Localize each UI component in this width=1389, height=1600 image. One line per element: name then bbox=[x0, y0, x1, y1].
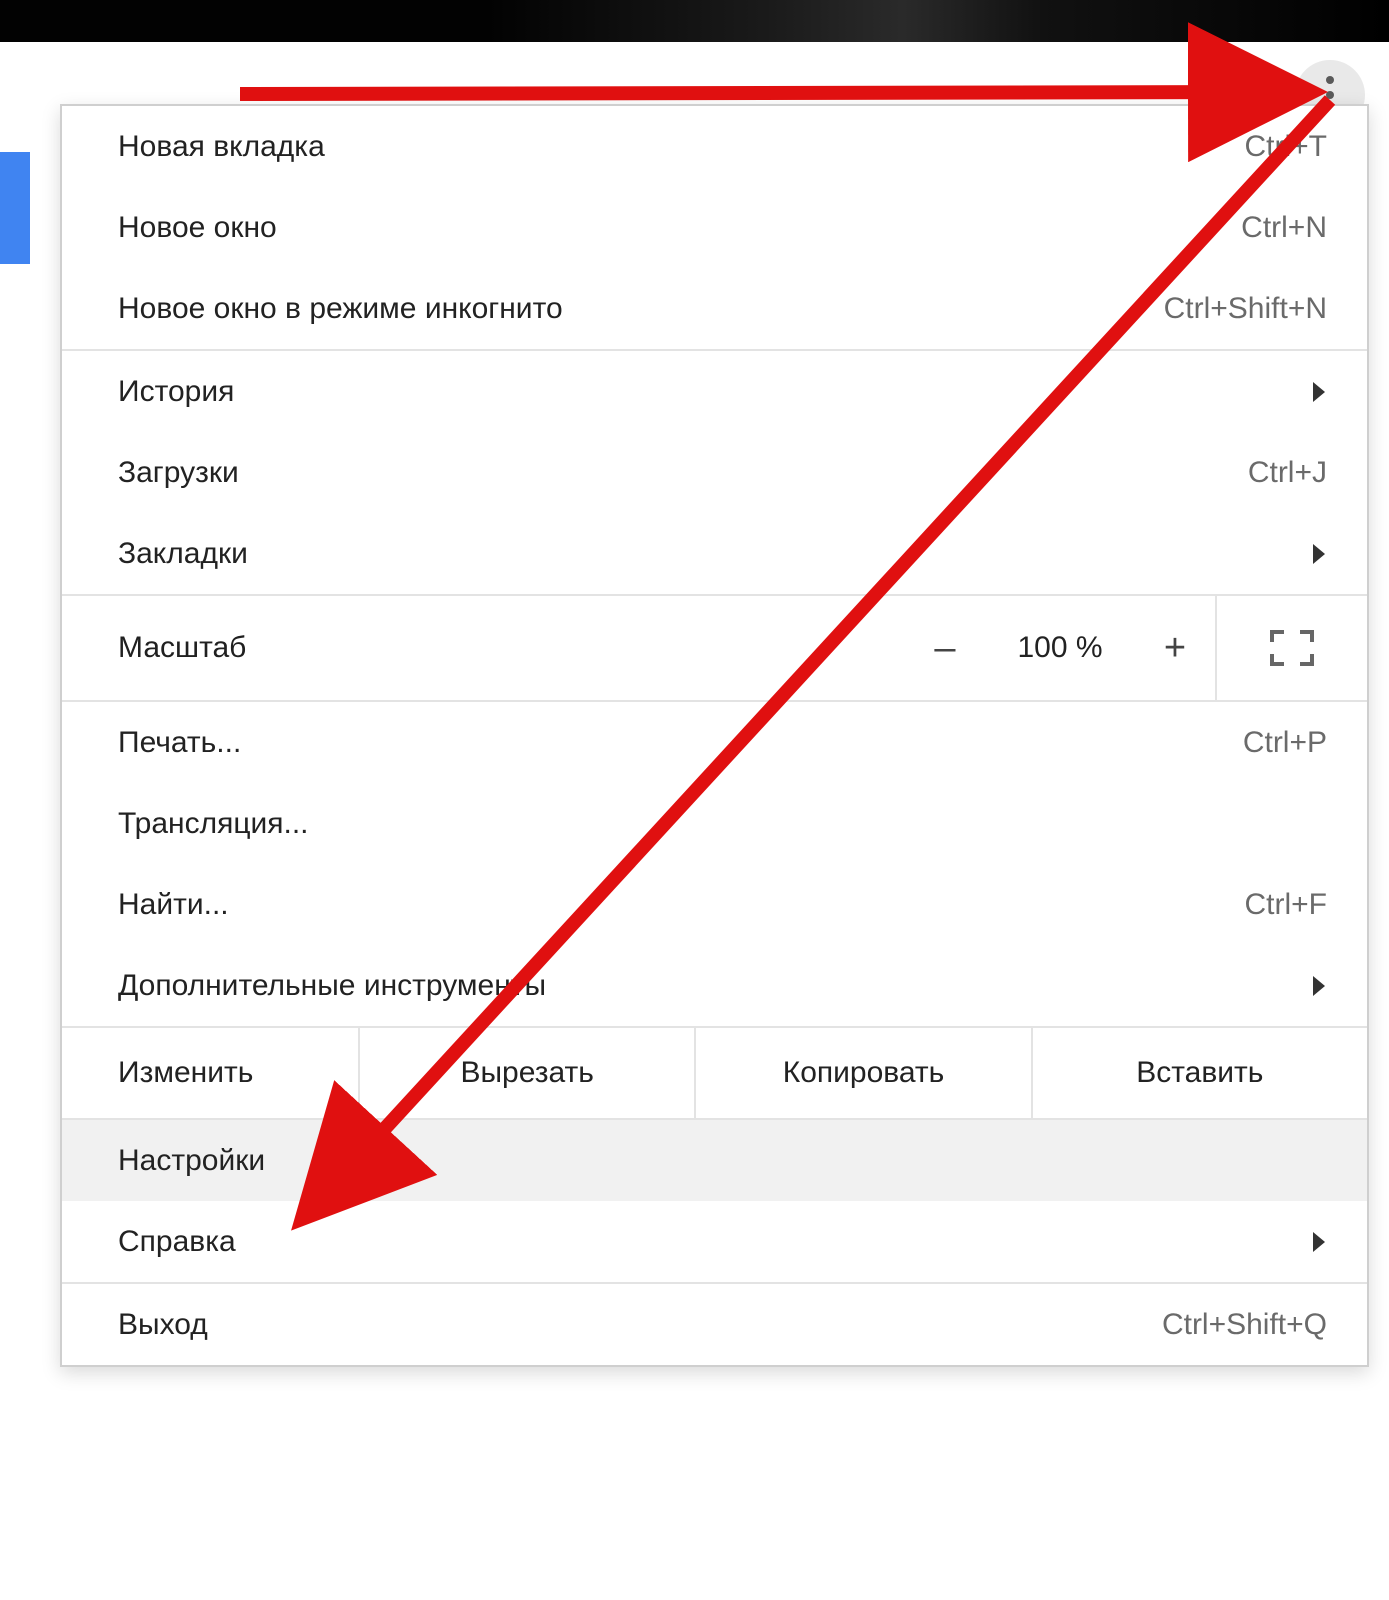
menu-item-zoom: Масштаб – 100 % + bbox=[62, 596, 1367, 700]
menu-item-print[interactable]: Печать... Ctrl+P bbox=[62, 702, 1367, 783]
window-titlebar bbox=[0, 0, 1389, 42]
menu-item-label: Настройки bbox=[118, 1144, 265, 1178]
zoom-controls: – 100 % + bbox=[905, 596, 1367, 700]
menu-item-bookmarks[interactable]: Закладки bbox=[62, 513, 1367, 594]
page-accent bbox=[0, 152, 30, 264]
menu-item-downloads[interactable]: Загрузки Ctrl+J bbox=[62, 432, 1367, 513]
menu-item-label: Изменить bbox=[62, 1028, 358, 1118]
menu-item-label: Масштаб bbox=[118, 631, 905, 665]
fullscreen-button[interactable] bbox=[1215, 596, 1367, 700]
menu-item-history[interactable]: История bbox=[62, 351, 1367, 432]
menu-item-label: Дополнительные инструменты bbox=[118, 969, 546, 1003]
fullscreen-icon bbox=[1270, 630, 1314, 666]
edit-paste-button[interactable]: Вставить bbox=[1031, 1028, 1367, 1118]
menu-item-settings[interactable]: Настройки bbox=[62, 1120, 1367, 1201]
menu-item-shortcut: Ctrl+F bbox=[1245, 888, 1328, 922]
menu-item-find[interactable]: Найти... Ctrl+F bbox=[62, 864, 1367, 945]
menu-item-label: Новая вкладка bbox=[118, 130, 325, 164]
menu-item-shortcut: Ctrl+N bbox=[1241, 211, 1327, 245]
menu-item-new-incognito[interactable]: Новое окно в режиме инкогнито Ctrl+Shift… bbox=[62, 268, 1367, 349]
menu-item-label: Найти... bbox=[118, 888, 229, 922]
menu-item-label: Трансляция... bbox=[118, 807, 309, 841]
chevron-right-icon bbox=[1311, 542, 1327, 566]
menu-item-new-window[interactable]: Новое окно Ctrl+N bbox=[62, 187, 1367, 268]
zoom-in-button[interactable]: + bbox=[1135, 596, 1215, 700]
menu-item-label: Загрузки bbox=[118, 456, 239, 490]
chevron-right-icon bbox=[1311, 974, 1327, 998]
menu-item-label: Новое окно в режиме инкогнито bbox=[118, 292, 563, 326]
edit-cut-button[interactable]: Вырезать bbox=[358, 1028, 694, 1118]
zoom-out-button[interactable]: – bbox=[905, 596, 985, 700]
chevron-right-icon bbox=[1311, 380, 1327, 404]
menu-item-shortcut: Ctrl+Shift+N bbox=[1164, 292, 1327, 326]
menu-item-exit[interactable]: Выход Ctrl+Shift+Q bbox=[62, 1284, 1367, 1365]
menu-item-shortcut: Ctrl+J bbox=[1248, 456, 1327, 490]
menu-item-label: Выход bbox=[118, 1308, 208, 1342]
edit-copy-button[interactable]: Копировать bbox=[694, 1028, 1030, 1118]
menu-item-shortcut: Ctrl+T bbox=[1245, 130, 1328, 164]
menu-item-label: Печать... bbox=[118, 726, 241, 760]
main-menu: Новая вкладка Ctrl+T Новое окно Ctrl+N Н… bbox=[60, 104, 1369, 1367]
menu-item-cast[interactable]: Трансляция... bbox=[62, 783, 1367, 864]
menu-item-label: Новое окно bbox=[118, 211, 277, 245]
zoom-value: 100 % bbox=[985, 596, 1135, 700]
menu-item-edit: Изменить Вырезать Копировать Вставить bbox=[62, 1028, 1367, 1118]
menu-item-shortcut: Ctrl+Shift+Q bbox=[1162, 1308, 1327, 1342]
menu-item-label: История bbox=[118, 375, 234, 409]
menu-item-label: Справка bbox=[118, 1225, 236, 1259]
menu-item-label: Закладки bbox=[118, 537, 248, 571]
menu-item-shortcut: Ctrl+P bbox=[1243, 726, 1327, 760]
chevron-right-icon bbox=[1311, 1230, 1327, 1254]
menu-item-help[interactable]: Справка bbox=[62, 1201, 1367, 1282]
menu-item-more-tools[interactable]: Дополнительные инструменты bbox=[62, 945, 1367, 1026]
menu-item-new-tab[interactable]: Новая вкладка Ctrl+T bbox=[62, 106, 1367, 187]
